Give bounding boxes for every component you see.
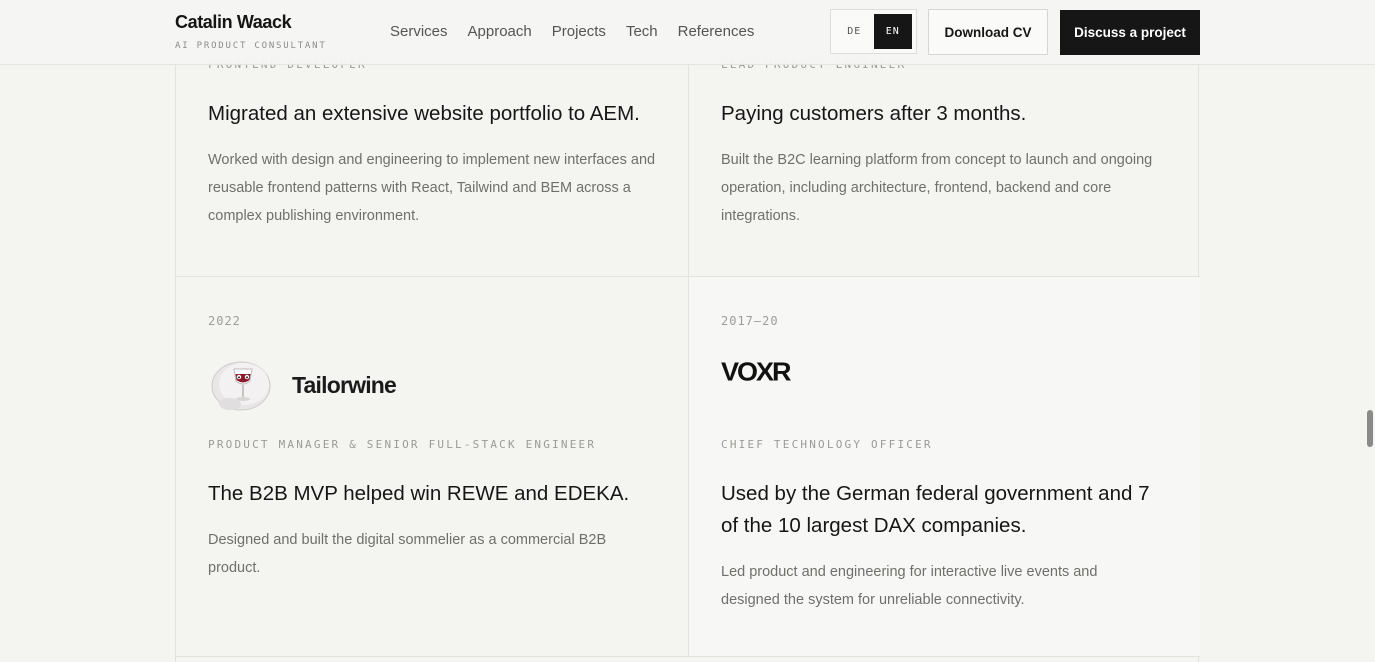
company-logo: Tailorwine: [208, 357, 397, 413]
main-nav: Services Approach Projects Tech Referenc…: [390, 23, 754, 40]
lang-de-button[interactable]: DE: [835, 14, 874, 49]
scrollbar-thumb[interactable]: [1367, 410, 1373, 447]
nav-approach[interactable]: Approach: [468, 23, 532, 40]
project-year: 2017–20: [721, 314, 779, 328]
project-description: Built the B2C learning platform from con…: [721, 152, 1153, 224]
project-headline: The B2B MVP helped win REWE and EDEKA.: [208, 482, 630, 505]
nav-projects[interactable]: Projects: [552, 23, 606, 40]
nav-services[interactable]: Services: [390, 23, 448, 40]
project-card-tailorwine: 2022 Tailorwine PRODUCT MANAGER & SENIOR…: [176, 277, 688, 657]
site-header: Catalin Waack AI PRODUCT CONSULTANT Serv…: [0, 0, 1375, 65]
project-headline: Paying customers after 3 months.: [721, 102, 1027, 125]
projects-grid: FRONTEND DEVELOPER Migrated an extensive…: [175, 0, 1200, 662]
tailorwine-mascot-icon: [211, 361, 271, 411]
project-headline: Migrated an extensive website portfolio …: [208, 102, 640, 125]
language-switcher: DE EN: [830, 9, 917, 54]
project-description: Designed and built the digital sommelier…: [208, 532, 607, 576]
project-headline: Used by the German federal government an…: [721, 482, 1150, 537]
project-role: PRODUCT MANAGER & SENIOR FULL-STACK ENGI…: [208, 438, 597, 451]
brand-name: Catalin Waack: [175, 12, 292, 32]
lang-en-button[interactable]: EN: [873, 14, 912, 49]
download-cv-button[interactable]: Download CV: [928, 9, 1048, 55]
project-card-voxr: 2017–20 VOXR CHIEF TECHNOLOGY OFFICER Us…: [688, 277, 1200, 657]
project-role: CHIEF TECHNOLOGY OFFICER: [721, 438, 933, 451]
company-name: Tailorwine: [292, 371, 397, 398]
discuss-project-button[interactable]: Discuss a project: [1060, 10, 1200, 55]
brand[interactable]: Catalin Waack AI PRODUCT CONSULTANT: [175, 12, 327, 51]
company-name: VOXR: [721, 357, 792, 387]
project-description: Led product and engineering for interact…: [721, 564, 1098, 608]
nav-references[interactable]: References: [678, 23, 755, 40]
brand-subtitle: AI PRODUCT CONSULTANT: [175, 41, 327, 51]
company-logo: VOXR: [721, 357, 792, 388]
nav-tech[interactable]: Tech: [626, 23, 658, 40]
project-year: 2022: [208, 314, 241, 328]
project-description: Worked with design and engineering to im…: [208, 152, 656, 224]
